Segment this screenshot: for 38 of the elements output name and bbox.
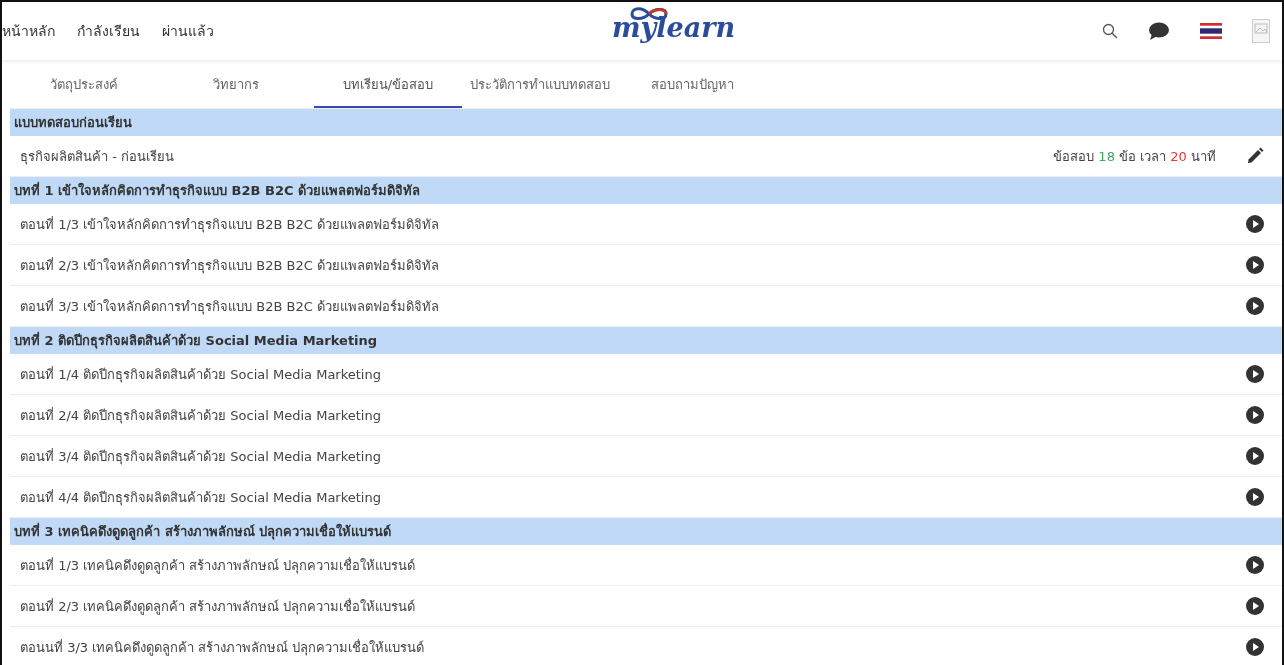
- section-header: แบบทดสอบก่อนเรียน: [10, 109, 1282, 136]
- section-header: บทที่ 1 เข้าใจหลักคิดการทำธุรกิจแบบ B2B B2C ด้วยแพลตฟอร์มดิจิทัล: [10, 177, 1282, 204]
- tab[interactable]: วัตถุประสงค์: [10, 62, 158, 108]
- lesson-title[interactable]: ตอนที่ 1/3 เข้าใจหลักคิดการทำธุรกิจแบบ B2B B2C ด้วยแพลตฟอร์มดิจิทัล: [20, 213, 1246, 235]
- play-icon[interactable]: [1246, 638, 1264, 656]
- lesson-title[interactable]: ตอนที่ 1/4 ติดปีกธุรกิจผลิตสินค้าด้วย Social Media Marketing: [20, 363, 1246, 385]
- play-icon[interactable]: [1246, 556, 1264, 574]
- section-header: บทที่ 2 ติดปีกธุรกิจผลิตสินค้าด้วย Social Media Marketing: [10, 327, 1282, 354]
- lesson-title[interactable]: ตอนที่ 3/4 ติดปีกธุรกิจผลิตสินค้าด้วย Social Media Marketing: [20, 445, 1246, 467]
- nav-link[interactable]: ผ่านแล้ว: [162, 20, 214, 42]
- play-icon[interactable]: [1246, 297, 1264, 315]
- lesson-title[interactable]: ธุรกิจผลิตสินค้า - ก่อนเรียน: [20, 145, 1054, 167]
- edit-icon[interactable]: [1246, 147, 1264, 165]
- play-icon[interactable]: [1246, 597, 1264, 615]
- lesson-title[interactable]: ตอนที่ 2/4 ติดปีกธุรกิจผลิตสินค้าด้วย Social Media Marketing: [20, 404, 1246, 426]
- search-icon[interactable]: [1102, 23, 1118, 39]
- play-icon[interactable]: [1246, 447, 1264, 465]
- tab[interactable]: สอบถามปัญหา: [618, 62, 766, 108]
- play-icon[interactable]: [1246, 488, 1264, 506]
- chat-icon[interactable]: [1148, 22, 1170, 40]
- logo[interactable]: mylearn: [612, 14, 736, 41]
- flag-icon[interactable]: [1200, 23, 1222, 39]
- exam-info: ข้อสอบ 18 ข้อ เวลา 20 นาที: [1053, 147, 1216, 166]
- lesson-title[interactable]: ตอนที่ 2/3 เข้าใจหลักคิดการทำธุรกิจแบบ B2B B2C ด้วยแพลตฟอร์มดิจิทัล: [20, 254, 1246, 276]
- play-icon[interactable]: [1246, 365, 1264, 383]
- tab[interactable]: วิทยากร: [162, 62, 310, 108]
- section-header: บทที่ 3 เทคนิคดึงดูดลูกค้า สร้างภาพลักษณ์ ปลุกความเชื่อให้แบรนด์: [10, 518, 1282, 545]
- nav-link[interactable]: หน้าหลัก: [2, 20, 55, 42]
- lesson-title[interactable]: ตอนที่ 4/4 ติดปีกธุรกิจผลิตสินค้าด้วย Social Media Marketing: [20, 486, 1246, 508]
- tab[interactable]: ประวัติการทำแบบทดสอบ: [466, 62, 614, 108]
- lesson-title[interactable]: ตอนนที่ 3/3 เทคนิคดึงดูดลูกค้า สร้างภาพลักษณ์ ปลุกความเชื่อให้แบรนด์: [20, 636, 1246, 658]
- lesson-title[interactable]: ตอนที่ 1/3 เทคนิคดึงดูดลูกค้า สร้างภาพลักษณ์ ปลุกความเชื่อให้แบรนด์: [20, 554, 1246, 576]
- play-icon[interactable]: [1246, 406, 1264, 424]
- lesson-title[interactable]: ตอนที่ 2/3 เทคนิคดึงดูดลูกค้า สร้างภาพลักษณ์ ปลุกความเชื่อให้แบรนด์: [20, 595, 1246, 617]
- nav-link[interactable]: กำลังเรียน: [77, 20, 140, 42]
- lesson-title[interactable]: ตอนที่ 3/3 เข้าใจหลักคิดการทำธุรกิจแบบ B2B B2C ด้วยแพลตฟอร์มดิจิทัล: [20, 295, 1246, 317]
- play-icon[interactable]: [1246, 215, 1264, 233]
- play-icon[interactable]: [1246, 256, 1264, 274]
